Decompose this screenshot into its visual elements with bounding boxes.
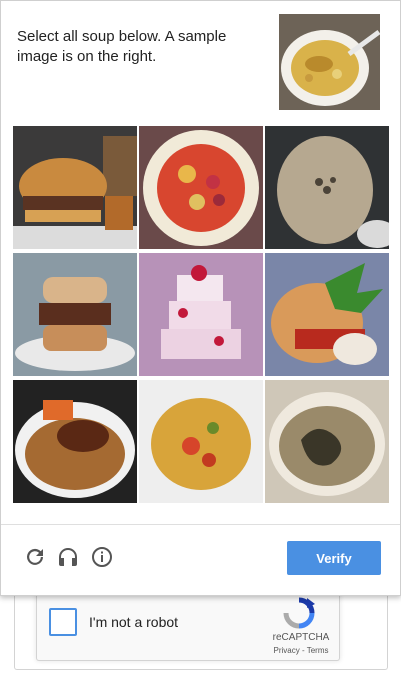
soup-bowl-image [265, 380, 389, 503]
sample-image [279, 14, 380, 110]
recaptcha-logo-icon [281, 596, 317, 630]
stone-image [265, 126, 389, 249]
burger-image [13, 126, 137, 249]
verify-button[interactable]: Verify [287, 541, 381, 575]
image-grid [13, 126, 389, 511]
grid-tile[interactable] [265, 380, 389, 503]
pasta-image [139, 380, 263, 503]
recaptcha-anchor: I'm not a robot reCAPTCHA Privacy - Term… [36, 588, 340, 661]
burger-greens-image [265, 253, 389, 376]
noodles-image [13, 380, 137, 503]
sandwich-image [13, 253, 137, 376]
headphones-icon[interactable] [56, 545, 80, 569]
not-a-robot-checkbox[interactable] [49, 608, 77, 636]
image-challenge-popup: Select all soup below. A sample image is… [0, 0, 401, 596]
not-a-robot-label: I'm not a robot [89, 614, 179, 630]
grid-tile[interactable] [265, 253, 389, 376]
info-icon[interactable] [90, 545, 114, 569]
grid-tile[interactable] [139, 253, 263, 376]
challenge-prompt: Select all soup below. A sample image is… [17, 28, 227, 65]
privacy-terms-links[interactable]: Privacy - Terms [261, 646, 341, 655]
grid-tile[interactable] [265, 126, 389, 249]
soup-plate-image [139, 126, 263, 249]
cake-image [139, 253, 263, 376]
footer-divider [1, 524, 400, 525]
grid-tile[interactable] [139, 126, 263, 249]
recaptcha-brand: reCAPTCHA [272, 632, 330, 643]
grid-tile[interactable] [13, 126, 137, 249]
grid-tile[interactable] [13, 253, 137, 376]
grid-tile[interactable] [13, 380, 137, 503]
grid-tile[interactable] [139, 380, 263, 503]
reload-icon[interactable] [23, 545, 47, 569]
